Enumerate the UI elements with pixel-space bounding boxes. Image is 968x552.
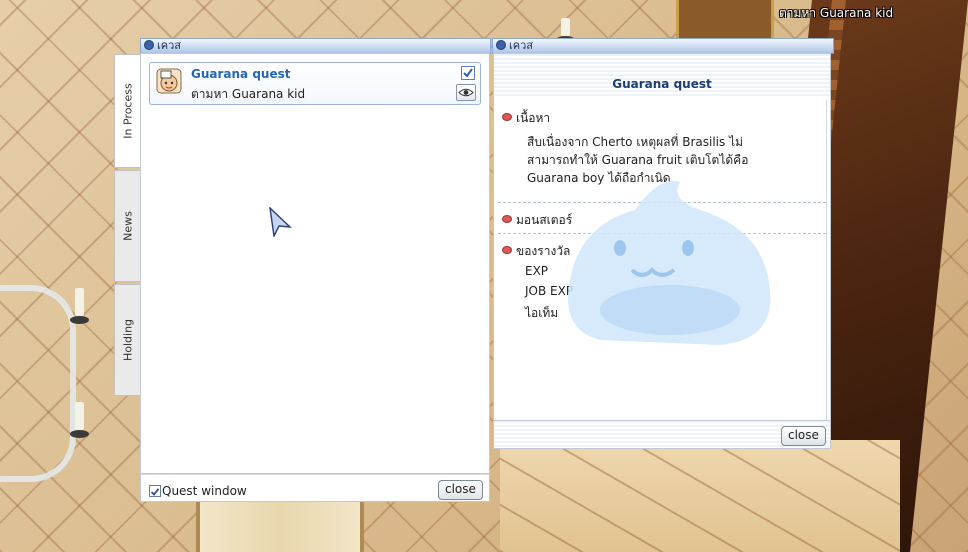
reward-exp: EXP [525,264,549,278]
bullet-icon [502,215,512,223]
tab-holding[interactable]: Holding [114,284,140,396]
tab-in-process[interactable]: In Process [114,54,140,168]
quest-list-close-button[interactable]: close [438,480,483,500]
window-minimize-icon[interactable] [496,40,506,50]
tab-news[interactable]: News [114,170,140,282]
quest-subtitle: ตามหา Guarana kid [191,87,306,101]
quest-detail-close-button[interactable]: close [781,426,826,446]
scene-chandelier [0,285,76,482]
npc-face-icon [156,68,182,94]
check-icon [463,68,473,78]
candle-icon [70,288,89,324]
reward-item: ไอเท็ม [525,306,559,320]
quest-detail-title-bar-text: เควส [509,39,534,52]
quest-list-footer: Quest window close [140,474,490,502]
bullet-icon [502,246,512,254]
eye-icon [458,88,474,97]
check-icon [150,488,160,496]
tab-news-label: News [121,211,134,241]
content-section-header: เนื้อหา [502,109,550,128]
quest-detail-titlebar[interactable]: เควส [492,38,834,54]
quest-view-button[interactable] [456,84,476,101]
candle-icon [556,18,575,44]
quest-list-titlebar[interactable]: เควส [140,38,491,54]
quest-window-checkbox-label: Quest window [162,484,247,498]
quest-list-item[interactable]: Guarana quest ตามหา Guarana kid [149,62,481,105]
window-minimize-icon[interactable] [144,40,154,50]
quest-title: Guarana quest [191,67,291,81]
mouse-cursor-icon [269,207,292,237]
scene-pillar [196,498,364,552]
quest-detail-title: Guarana quest [612,77,712,91]
quest-detail-header: Guarana quest [494,54,830,98]
quest-track-checkbox[interactable] [461,66,475,80]
npc-name-caption: ตามหา Guarana kid [779,6,894,20]
tab-holding-label: Holding [121,318,134,362]
quest-detail-footer: close [493,420,831,449]
quest-list-title: เควส [157,39,182,52]
scene-painting [676,0,774,41]
bullet-icon [502,113,512,121]
candle-icon [70,402,89,438]
poring-watermark-icon [568,180,771,345]
quest-window-checkbox[interactable] [149,485,161,497]
content-section-label: เนื้อหา [516,111,551,125]
quest-list: Guarana quest ตามหา Guarana kid [140,53,490,474]
scene-floor [500,440,900,552]
tab-in-process-label: In Process [121,83,134,139]
detail-scrollbar[interactable] [826,100,827,420]
